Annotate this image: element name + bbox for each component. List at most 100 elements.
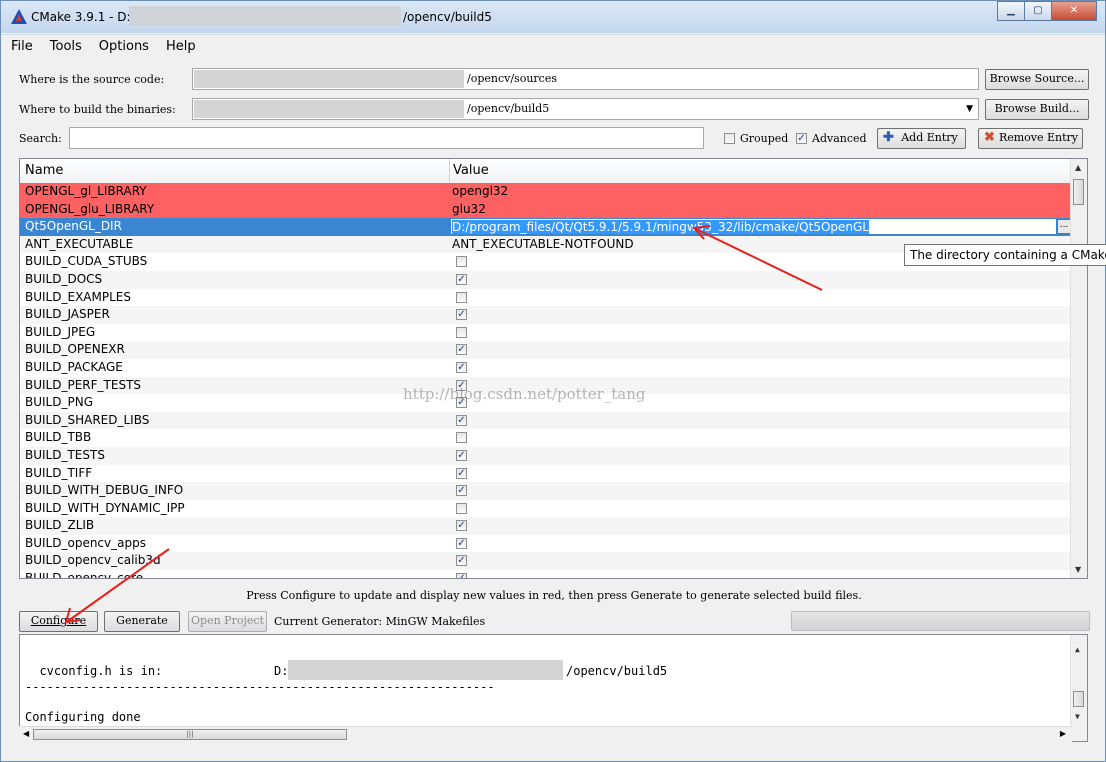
table-row[interactable]: BUILD_opencv_calib3d ✓ bbox=[20, 552, 1072, 571]
row-value-checkbox[interactable]: ✓ bbox=[456, 273, 467, 285]
browse-dots-button[interactable]: ... bbox=[1057, 219, 1071, 235]
table-row[interactable]: OPENGL_gl_LIBRARY opengl32 bbox=[20, 183, 1072, 201]
row-value-checkbox[interactable]: ✓ bbox=[456, 449, 467, 461]
row-value-checkbox[interactable]: ✓ bbox=[456, 555, 467, 567]
row-value-checkbox[interactable]: ✓ bbox=[456, 344, 467, 356]
row-value-checkbox[interactable] bbox=[456, 256, 467, 268]
open-project-button[interactable]: Open Project bbox=[188, 611, 267, 632]
output-vertical-scrollbar[interactable]: ▲ ▼ bbox=[1070, 635, 1087, 741]
add-entry-button[interactable]: ✚ Add Entry bbox=[877, 128, 966, 149]
row-name: BUILD_TBB bbox=[25, 430, 92, 445]
table-row[interactable]: BUILD_SHARED_LIBS ✓ bbox=[20, 411, 1072, 430]
menu-help[interactable]: Help bbox=[156, 35, 203, 54]
title-redacted-path bbox=[129, 6, 401, 26]
table-row[interactable]: BUILD_ZLIB ✓ bbox=[20, 517, 1072, 535]
column-value-header[interactable]: Value bbox=[453, 163, 489, 178]
title-bar[interactable]: CMake 3.9.1 - D: /opencv/build5 ▁ ▢ ✕ bbox=[1, 1, 1105, 33]
remove-x-icon: ✖ bbox=[984, 130, 995, 145]
close-icon[interactable]: ✕ bbox=[1051, 1, 1097, 21]
table-row[interactable]: BUILD_JASPER ✓ bbox=[20, 306, 1072, 324]
output-scroll-thumb[interactable] bbox=[1073, 691, 1084, 707]
source-redacted-path bbox=[194, 70, 464, 88]
column-name-header[interactable]: Name bbox=[25, 163, 63, 178]
row-name: BUILD_PERF_TESTS bbox=[25, 377, 142, 392]
table-row[interactable]: BUILD_WITH_DEBUG_INFO ✓ bbox=[20, 482, 1072, 500]
row-value-checkbox[interactable] bbox=[456, 291, 467, 303]
table-row[interactable]: OPENGL_glu_LIBRARY glu32 bbox=[20, 200, 1072, 219]
row-name: BUILD_WITH_DEBUG_INFO bbox=[25, 483, 184, 498]
scroll-up-icon[interactable]: ▲ bbox=[1075, 163, 1081, 172]
minimize-icon[interactable]: ▁ bbox=[997, 1, 1025, 21]
row-value-editor[interactable]: D:/program_files/Qt/Qt5.9.1/5.9.1/mingw5… bbox=[450, 218, 1057, 236]
row-value-checkbox[interactable]: ✓ bbox=[456, 467, 467, 479]
output-scroll-down-icon[interactable]: ▼ bbox=[1075, 712, 1080, 721]
row-name: BUILD_CUDA_STUBS bbox=[25, 254, 148, 269]
row-value[interactable]: ANT_EXECUTABLE-NOTFOUND bbox=[452, 236, 634, 253]
column-divider[interactable] bbox=[449, 159, 450, 183]
row-value-checkbox[interactable]: ✓ bbox=[456, 361, 467, 373]
menu-options[interactable]: Options bbox=[89, 35, 156, 54]
build-path-combobox[interactable]: /opencv/build5 ▼ bbox=[192, 98, 979, 120]
row-value-checkbox[interactable] bbox=[456, 432, 467, 444]
row-name: BUILD_SHARED_LIBS bbox=[25, 412, 150, 427]
row-value-checkbox[interactable]: ✓ bbox=[456, 537, 467, 549]
row-value-checkbox[interactable]: ✓ bbox=[456, 520, 467, 532]
row-value-checkbox[interactable]: ✓ bbox=[456, 485, 467, 497]
progress-bar bbox=[791, 611, 1090, 631]
generate-button[interactable]: Generate bbox=[104, 611, 180, 632]
advanced-label: Advanced bbox=[812, 132, 867, 145]
clipped-prev-line: ----------------------------------------… bbox=[38, 635, 738, 641]
cmake-logo-icon bbox=[11, 9, 27, 24]
scroll-left-icon[interactable]: ◀ bbox=[23, 729, 29, 738]
plus-icon: ✚ bbox=[883, 130, 894, 145]
dropdown-arrow-icon[interactable]: ▼ bbox=[966, 100, 973, 118]
table-row[interactable]: BUILD_TBB bbox=[20, 429, 1072, 447]
table-row[interactable]: BUILD_TESTS ✓ bbox=[20, 446, 1072, 465]
row-value-checkbox[interactable]: ✓ bbox=[456, 414, 467, 426]
output-horizontal-scrollbar[interactable]: ◀ ||| ▶ bbox=[19, 726, 1072, 743]
search-label: Search: bbox=[19, 132, 62, 145]
table-row[interactable]: Qt5OpenGL_DIR D:/program_files/Qt/Qt5.9.1… bbox=[20, 218, 1072, 236]
row-name: BUILD_ZLIB bbox=[25, 518, 95, 533]
menu-file[interactable]: File bbox=[1, 35, 40, 54]
row-name: BUILD_WITH_DYNAMIC_IPP bbox=[25, 500, 185, 515]
output-scroll-up-icon[interactable]: ▲ bbox=[1075, 645, 1080, 654]
output-path-suffix: /opencv/build5 bbox=[566, 664, 668, 678]
table-row[interactable]: BUILD_JPEG bbox=[20, 324, 1072, 342]
maximize-icon[interactable]: ▢ bbox=[1024, 1, 1052, 21]
row-name: BUILD_opencv_core bbox=[25, 571, 144, 579]
configure-button[interactable]: Configure bbox=[19, 611, 98, 632]
row-value-checkbox[interactable]: ✓ bbox=[456, 309, 467, 321]
browse-source-button[interactable]: Browse Source... bbox=[985, 69, 1089, 90]
table-vertical-scrollbar[interactable]: ▲ ▼ bbox=[1070, 159, 1087, 578]
menu-tools[interactable]: Tools bbox=[40, 35, 89, 54]
window-title-prefix: CMake 3.9.1 - D: bbox=[31, 10, 131, 24]
table-row[interactable]: BUILD_opencv_apps ✓ bbox=[20, 535, 1072, 553]
row-value-checkbox[interactable]: ✓ bbox=[456, 573, 467, 578]
remove-entry-button[interactable]: ✖ Remove Entry bbox=[978, 128, 1083, 149]
table-row[interactable]: BUILD_EXAMPLES bbox=[20, 289, 1072, 307]
row-value[interactable]: opengl32 bbox=[452, 183, 508, 200]
browse-build-button[interactable]: Browse Build... bbox=[985, 99, 1089, 120]
row-name: BUILD_PACKAGE bbox=[25, 359, 123, 374]
grouped-checkbox[interactable] bbox=[724, 133, 735, 144]
table-row[interactable]: BUILD_PACKAGE ✓ bbox=[20, 359, 1072, 377]
search-input[interactable] bbox=[69, 127, 704, 149]
row-value-checkbox[interactable] bbox=[456, 326, 467, 338]
table-row[interactable]: BUILD_OPENEXR ✓ bbox=[20, 341, 1072, 359]
source-label: Where is the source code: bbox=[19, 73, 165, 86]
source-path-input[interactable]: /opencv/sources bbox=[192, 68, 979, 90]
output-line-configuring-done: Configuring done bbox=[25, 710, 141, 724]
scroll-right-icon[interactable]: ▶ bbox=[1060, 729, 1066, 738]
row-value-checkbox[interactable] bbox=[456, 502, 467, 514]
advanced-checkbox[interactable]: ✓ bbox=[796, 133, 807, 144]
table-row[interactable]: BUILD_WITH_DYNAMIC_IPP bbox=[20, 500, 1072, 518]
row-name: BUILD_opencv_apps bbox=[25, 535, 146, 550]
scroll-thumb[interactable] bbox=[1073, 179, 1084, 205]
table-row[interactable]: BUILD_DOCS ✓ bbox=[20, 270, 1072, 289]
h-scroll-thumb[interactable]: ||| bbox=[33, 729, 347, 740]
table-row[interactable]: BUILD_opencv_core ✓ bbox=[20, 570, 1072, 579]
table-row[interactable]: BUILD_TIFF ✓ bbox=[20, 465, 1072, 483]
scroll-down-icon[interactable]: ▼ bbox=[1075, 565, 1081, 574]
row-value[interactable]: glu32 bbox=[452, 201, 486, 218]
